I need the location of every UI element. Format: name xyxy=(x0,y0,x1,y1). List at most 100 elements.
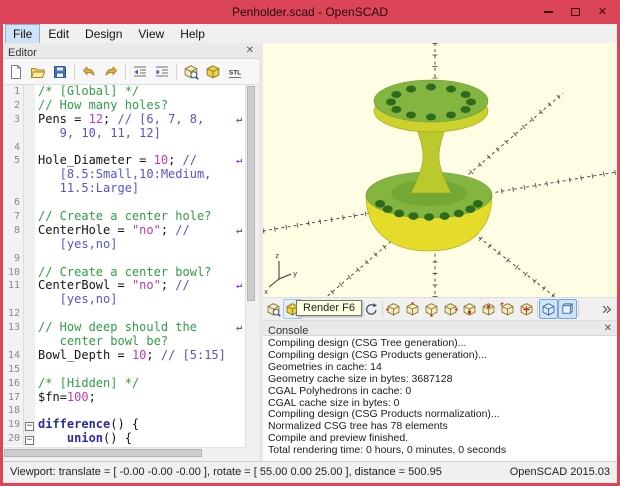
code-text: CenterBowl = "no"; // xyxy=(38,278,190,293)
horizontal-scrollbar-thumb[interactable] xyxy=(4,449,202,457)
view-center-icon[interactable] xyxy=(517,299,536,319)
window-title: Penholder.scad - OpenSCAD xyxy=(231,5,389,19)
menu-view[interactable]: View xyxy=(130,24,172,44)
orthogonal-icon[interactable] xyxy=(558,299,577,319)
line-number: 15 xyxy=(3,362,24,377)
editor-close-icon[interactable]: ✕ xyxy=(246,44,254,58)
line-number: 17 xyxy=(3,390,24,405)
redo-icon[interactable] xyxy=(100,61,122,83)
titlebar[interactable]: Penholder.scad - OpenSCAD ✕ xyxy=(0,0,620,24)
save-icon[interactable] xyxy=(49,61,71,83)
view-diagonal-icon[interactable] xyxy=(498,299,517,319)
view-right-icon[interactable] xyxy=(384,299,403,319)
axis-indicator: z y x xyxy=(264,252,297,296)
view-back-icon[interactable] xyxy=(479,299,498,319)
undo-icon[interactable] xyxy=(78,61,100,83)
view-top-icon[interactable] xyxy=(403,299,422,319)
line-number: 3 xyxy=(3,112,24,127)
line-number: 7 xyxy=(3,210,24,224)
code-text: Pens = 12; // [6, 7, 8, xyxy=(38,111,205,126)
line-number xyxy=(3,182,24,197)
code-row[interactable]: 13 // How deep should the ↵ xyxy=(3,320,245,336)
code-text: $fn=100; xyxy=(38,389,96,404)
3d-viewport[interactable]: z y x xyxy=(262,43,618,302)
code-row[interactable]: 3 Pens = 12; // [6, 7, 8, ↵ xyxy=(3,111,245,127)
code-row[interactable]: 15 xyxy=(3,362,245,377)
vertical-scrollbar-thumb[interactable] xyxy=(247,86,255,301)
window-controls: ✕ xyxy=(535,0,616,24)
code-row[interactable]: 18 xyxy=(3,404,245,419)
line-number: 4 xyxy=(3,140,24,155)
code-row[interactable]: 4 xyxy=(3,140,245,155)
code-row[interactable]: [yes,no] xyxy=(3,292,245,308)
indent-icon[interactable] xyxy=(151,61,173,83)
code-row[interactable]: 2 // How many holes? xyxy=(3,98,245,113)
preview-icon[interactable] xyxy=(264,299,283,319)
code-text: /* [Global] */ xyxy=(38,85,140,98)
perspective-icon[interactable] xyxy=(539,299,558,319)
fold-margin xyxy=(24,265,35,280)
menu-help[interactable]: Help xyxy=(172,24,213,44)
editor-toolbar: STL xyxy=(3,59,259,85)
code-row[interactable]: 1 /* [Global] */ xyxy=(3,85,245,99)
open-folder-icon[interactable] xyxy=(27,61,49,83)
code-row[interactable]: 17 $fn=100; xyxy=(3,389,245,405)
statusbar: Viewport: translate = [ -0.00 -0.00 -0.0… xyxy=(3,461,617,483)
fold-margin xyxy=(24,251,35,266)
unindent-icon[interactable] xyxy=(129,61,151,83)
code-row[interactable]: 16 /* [Hidden] */ xyxy=(3,376,245,391)
fold-margin xyxy=(24,112,35,127)
menu-file[interactable]: File xyxy=(5,23,41,44)
editor-horizontal-scrollbar[interactable] xyxy=(3,447,245,458)
fold-marker-icon[interactable]: − xyxy=(25,436,34,446)
close-button[interactable]: ✕ xyxy=(589,0,616,24)
console-close-icon[interactable]: ✕ xyxy=(604,322,612,336)
console-output[interactable]: Compiling design (CSG Tree generation)..… xyxy=(263,336,617,461)
fold-marker-icon[interactable]: − xyxy=(25,422,34,432)
code-text: [yes,no] xyxy=(38,236,118,251)
minimize-button[interactable] xyxy=(535,0,562,24)
code-row[interactable]: 8 CenterHole = "no"; // ↵ xyxy=(3,223,245,238)
new-file-icon[interactable] xyxy=(5,61,27,83)
code-row[interactable]: [8.5:Small,10:Medium, xyxy=(3,167,245,183)
overflow-icon[interactable] xyxy=(597,299,616,319)
editor-vertical-scrollbar[interactable] xyxy=(245,85,256,447)
code-row[interactable]: 10 // Create a center bowl? xyxy=(3,265,245,280)
maximize-button[interactable] xyxy=(562,0,589,24)
line-number: 8 xyxy=(3,223,24,238)
view-bottom-icon[interactable] xyxy=(422,299,441,319)
preview-icon[interactable] xyxy=(180,61,202,83)
fold-margin xyxy=(24,293,35,308)
fold-margin xyxy=(24,404,35,419)
penholder-model xyxy=(365,79,493,252)
view-left-icon[interactable] xyxy=(441,299,460,319)
code-row[interactable]: [yes,no] xyxy=(3,236,245,252)
menu-edit[interactable]: Edit xyxy=(40,24,77,44)
menu-design[interactable]: Design xyxy=(77,24,130,44)
code-row[interactable]: 20− union() { xyxy=(3,431,245,447)
export-stl-icon[interactable]: STL xyxy=(224,61,246,83)
code-row[interactable]: center bowl be? xyxy=(3,334,245,349)
reset-view-icon[interactable] xyxy=(362,299,381,319)
code-row[interactable]: 5 Hole_Diameter = 10; // ↵ xyxy=(3,154,245,169)
code-row[interactable]: 12 xyxy=(3,307,245,322)
toolbar-separator xyxy=(74,63,75,80)
svg-text:y: y xyxy=(293,270,297,278)
code-row[interactable]: 14 Bowl_Depth = 10; // [5:15] xyxy=(3,348,245,363)
code-row[interactable]: 9, 10, 11, 12] xyxy=(3,126,245,141)
code-row[interactable]: 11.5:Large] xyxy=(3,181,245,197)
fold-margin: − xyxy=(24,432,35,447)
code-row[interactable]: 19− difference() { xyxy=(3,417,245,433)
line-number: 5 xyxy=(3,154,24,169)
svg-text:z: z xyxy=(275,252,279,260)
render-icon[interactable] xyxy=(202,61,224,83)
code-row[interactable]: 6 xyxy=(3,196,245,211)
code-row[interactable]: 11 CenterBowl = "no"; // ↵ xyxy=(3,278,245,294)
code-row[interactable]: 7 // Create a center hole? xyxy=(3,209,245,224)
fold-margin xyxy=(24,390,35,405)
view-front-icon[interactable] xyxy=(460,299,479,319)
code-editor[interactable]: 1 /* [Global] */ 2 // How many holes? 3 Pens … xyxy=(3,85,245,447)
code-row[interactable]: 9 xyxy=(3,251,245,266)
